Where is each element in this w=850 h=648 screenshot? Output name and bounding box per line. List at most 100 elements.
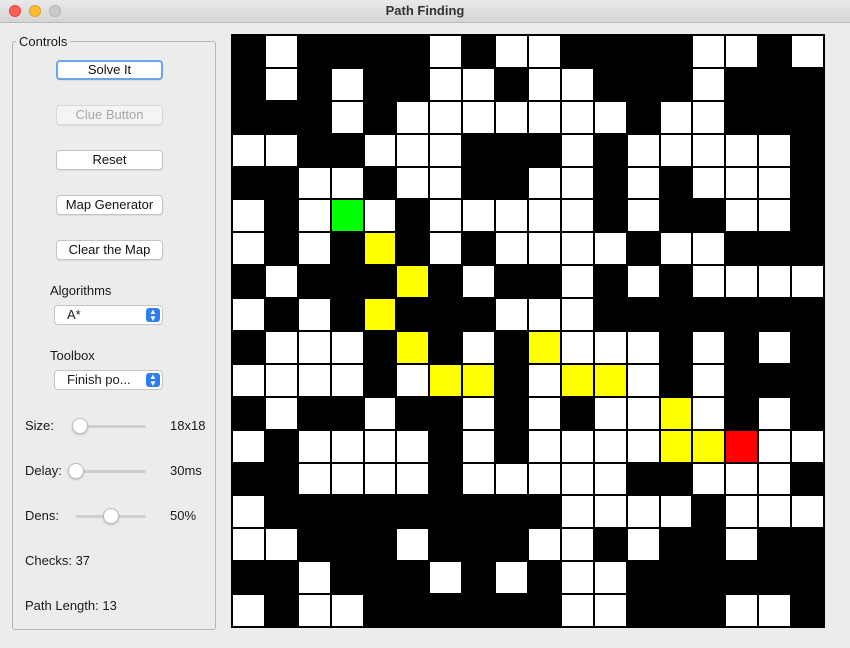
map-generator-button[interactable]: Map Generator bbox=[56, 195, 163, 215]
open-cell[interactable] bbox=[758, 396, 792, 430]
wall-cell[interactable] bbox=[462, 495, 496, 529]
open-cell[interactable] bbox=[692, 166, 726, 200]
open-cell[interactable] bbox=[264, 265, 298, 299]
wall-cell[interactable] bbox=[330, 265, 364, 299]
wall-cell[interactable] bbox=[692, 528, 726, 562]
open-cell[interactable] bbox=[363, 396, 397, 430]
open-cell[interactable] bbox=[528, 298, 561, 331]
wall-cell[interactable] bbox=[462, 166, 496, 200]
path-grid[interactable] bbox=[231, 34, 825, 628]
open-cell[interactable] bbox=[560, 265, 594, 299]
wall-cell[interactable] bbox=[363, 561, 397, 595]
open-cell[interactable] bbox=[429, 67, 463, 101]
wall-cell[interactable] bbox=[659, 331, 693, 364]
open-cell[interactable] bbox=[560, 166, 594, 200]
wall-cell[interactable] bbox=[495, 166, 528, 200]
wall-cell[interactable] bbox=[495, 67, 528, 101]
open-cell[interactable] bbox=[330, 462, 364, 496]
wall-cell[interactable] bbox=[429, 429, 463, 463]
wall-cell[interactable] bbox=[264, 462, 298, 496]
open-cell[interactable] bbox=[232, 495, 265, 529]
wall-cell[interactable] bbox=[495, 133, 528, 167]
open-cell[interactable] bbox=[593, 462, 627, 496]
reset-button[interactable]: Reset bbox=[56, 150, 163, 170]
wall-cell[interactable] bbox=[659, 561, 693, 595]
open-cell[interactable] bbox=[297, 594, 331, 627]
wall-cell[interactable] bbox=[725, 396, 759, 430]
algorithm-select[interactable]: A* ▲ ▼ bbox=[54, 305, 163, 325]
wall-cell[interactable] bbox=[232, 67, 265, 101]
wall-cell[interactable] bbox=[791, 67, 824, 101]
open-cell[interactable] bbox=[297, 429, 331, 463]
open-cell[interactable] bbox=[725, 133, 759, 167]
solve-button[interactable]: Solve It bbox=[56, 60, 163, 80]
open-cell[interactable] bbox=[560, 594, 594, 627]
wall-cell[interactable] bbox=[232, 35, 265, 68]
wall-cell[interactable] bbox=[297, 35, 331, 68]
open-cell[interactable] bbox=[593, 429, 627, 463]
open-cell[interactable] bbox=[626, 166, 660, 200]
open-cell[interactable] bbox=[232, 199, 265, 233]
wall-cell[interactable] bbox=[232, 100, 265, 134]
wall-cell[interactable] bbox=[692, 561, 726, 595]
open-cell[interactable] bbox=[593, 561, 627, 595]
wall-cell[interactable] bbox=[791, 528, 824, 562]
open-cell[interactable] bbox=[264, 528, 298, 562]
open-cell[interactable] bbox=[330, 594, 364, 627]
wall-cell[interactable] bbox=[363, 265, 397, 299]
open-cell[interactable] bbox=[429, 133, 463, 167]
wall-cell[interactable] bbox=[528, 495, 561, 529]
open-cell[interactable] bbox=[528, 363, 561, 397]
open-cell[interactable] bbox=[626, 528, 660, 562]
wall-cell[interactable] bbox=[495, 495, 528, 529]
wall-cell[interactable] bbox=[297, 133, 331, 167]
wall-cell[interactable] bbox=[791, 331, 824, 364]
wall-cell[interactable] bbox=[758, 528, 792, 562]
open-cell[interactable] bbox=[396, 133, 430, 167]
open-cell[interactable] bbox=[528, 100, 561, 134]
open-cell[interactable] bbox=[232, 298, 265, 331]
wall-cell[interactable] bbox=[791, 462, 824, 496]
open-cell[interactable] bbox=[297, 462, 331, 496]
open-cell[interactable] bbox=[495, 298, 528, 331]
wall-cell[interactable] bbox=[659, 462, 693, 496]
open-cell[interactable] bbox=[264, 396, 298, 430]
wall-cell[interactable] bbox=[659, 199, 693, 233]
wall-cell[interactable] bbox=[330, 528, 364, 562]
open-cell[interactable] bbox=[758, 133, 792, 167]
wall-cell[interactable] bbox=[462, 594, 496, 627]
open-cell[interactable] bbox=[560, 133, 594, 167]
wall-cell[interactable] bbox=[791, 166, 824, 200]
open-cell[interactable] bbox=[495, 35, 528, 68]
open-cell[interactable] bbox=[593, 232, 627, 266]
open-cell[interactable] bbox=[330, 363, 364, 397]
open-cell[interactable] bbox=[692, 462, 726, 496]
open-cell[interactable] bbox=[297, 199, 331, 233]
finish-cell[interactable] bbox=[725, 429, 759, 463]
wall-cell[interactable] bbox=[626, 561, 660, 595]
wall-cell[interactable] bbox=[462, 528, 496, 562]
open-cell[interactable] bbox=[758, 429, 792, 463]
open-cell[interactable] bbox=[692, 232, 726, 266]
wall-cell[interactable] bbox=[297, 67, 331, 101]
open-cell[interactable] bbox=[429, 232, 463, 266]
open-cell[interactable] bbox=[429, 166, 463, 200]
open-cell[interactable] bbox=[462, 331, 496, 364]
open-cell[interactable] bbox=[560, 528, 594, 562]
wall-cell[interactable] bbox=[692, 495, 726, 529]
open-cell[interactable] bbox=[396, 100, 430, 134]
wall-cell[interactable] bbox=[264, 298, 298, 331]
wall-cell[interactable] bbox=[692, 199, 726, 233]
wall-cell[interactable] bbox=[363, 363, 397, 397]
open-cell[interactable] bbox=[626, 495, 660, 529]
wall-cell[interactable] bbox=[495, 363, 528, 397]
wall-cell[interactable] bbox=[330, 495, 364, 529]
wall-cell[interactable] bbox=[791, 133, 824, 167]
open-cell[interactable] bbox=[429, 561, 463, 595]
wall-cell[interactable] bbox=[363, 331, 397, 364]
wall-cell[interactable] bbox=[659, 594, 693, 627]
wall-cell[interactable] bbox=[396, 199, 430, 233]
open-cell[interactable] bbox=[692, 35, 726, 68]
wall-cell[interactable] bbox=[725, 331, 759, 364]
path-cell[interactable] bbox=[659, 396, 693, 430]
